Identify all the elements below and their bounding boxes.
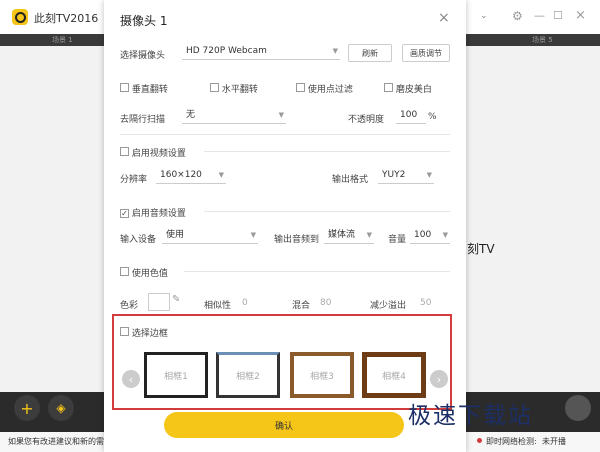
add-source-button[interactable]: + [14,395,40,421]
beauty-checkbox[interactable] [384,83,393,92]
divider [184,271,450,272]
vflip-checkbox[interactable] [120,83,129,92]
divider [120,134,450,135]
preview-partial-text: 刻TV [467,242,495,256]
input-device-label: 输入设备 [120,235,157,245]
deinterlace-select[interactable]: 无 ▼ [182,106,286,124]
beauty-option[interactable]: 磨皮美白 [384,82,432,95]
settings-gear-icon[interactable]: ⚙ [512,9,523,23]
highlight-box [112,314,452,410]
color-swatch[interactable] [148,293,170,311]
network-status-dot [477,438,482,443]
scene-tab-1[interactable]: 场景 1 [52,35,73,45]
divider [204,211,450,212]
output-format-select[interactable]: YUY2 ▼ [378,166,434,184]
network-status-value: 未开播 [542,437,566,446]
input-device-select[interactable]: 使用 ▼ [162,226,258,244]
dialog-title: 摄像头 1 [120,14,168,28]
dialog-close-icon[interactable]: × [438,10,450,26]
blend-label: 混合 [292,301,311,311]
blend-value[interactable]: 80 [320,298,331,308]
vflip-option[interactable]: 垂直翻转 [120,82,168,95]
volume-label: 音量 [388,235,407,245]
layers-icon[interactable]: ◈ [48,395,74,421]
video-settings-checkbox[interactable] [120,147,129,156]
similarity-value[interactable]: 0 [242,298,248,308]
scene-tab-5[interactable]: 场景 5 [532,35,553,45]
similarity-label: 相似性 [204,301,232,311]
camera-select[interactable]: HD 720P Webcam ▼ [182,42,340,60]
audio-settings-checkbox[interactable] [120,209,129,218]
hflip-option[interactable]: 水平翻转 [210,82,258,95]
resolution-label: 分辨率 [120,175,148,185]
scroll-right-icon[interactable] [565,395,591,421]
audio-settings-option[interactable]: 启用音频设置 [120,206,186,219]
network-status-label: 即时网络检测: [486,437,537,446]
volume-select[interactable]: 100 ▼ [410,226,450,244]
spill-value[interactable]: 50 [420,298,431,308]
maximize-icon[interactable]: ☐ [553,9,563,22]
output-audio-label: 输出音频到 [274,235,320,245]
refresh-button[interactable]: 刷新 [348,44,392,62]
minimize-icon[interactable]: — [534,9,545,22]
color-label: 色彩 [120,301,139,311]
use-color-checkbox[interactable] [120,267,129,276]
eyedropper-icon[interactable]: ✎ [172,294,180,305]
deinterlace-label: 去隔行扫描 [120,115,166,125]
output-format-label: 输出格式 [332,175,369,185]
opacity-unit: % [428,112,437,122]
camera-label: 选择摄像头 [120,51,166,61]
pointfilter-option[interactable]: 使用点过滤 [296,82,353,95]
app-name: 此刻TV2016 [34,12,99,25]
video-settings-option[interactable]: 启用视频设置 [120,146,186,159]
pointfilter-checkbox[interactable] [296,83,305,92]
watermark-text: 极速下载站 [408,403,533,429]
spill-label: 减少溢出 [370,301,407,311]
status-feedback-text: 如果您有改进建议和新的需 [8,437,104,446]
hflip-checkbox[interactable] [210,83,219,92]
opacity-input[interactable]: 100 [396,106,426,124]
opacity-label: 不透明度 [348,115,385,125]
confirm-button[interactable]: 确认 [164,412,404,438]
output-audio-select[interactable]: 媒体流 ▼ [324,226,374,244]
use-color-option[interactable]: 使用色值 [120,266,168,279]
app-logo-icon [12,9,28,25]
menu-icon[interactable]: ⌄ [480,11,488,21]
quality-button[interactable]: 画质调节 [402,44,450,62]
divider [204,151,450,152]
close-window-icon[interactable]: × [575,8,586,23]
resolution-select[interactable]: 160×120 ▼ [156,166,226,184]
